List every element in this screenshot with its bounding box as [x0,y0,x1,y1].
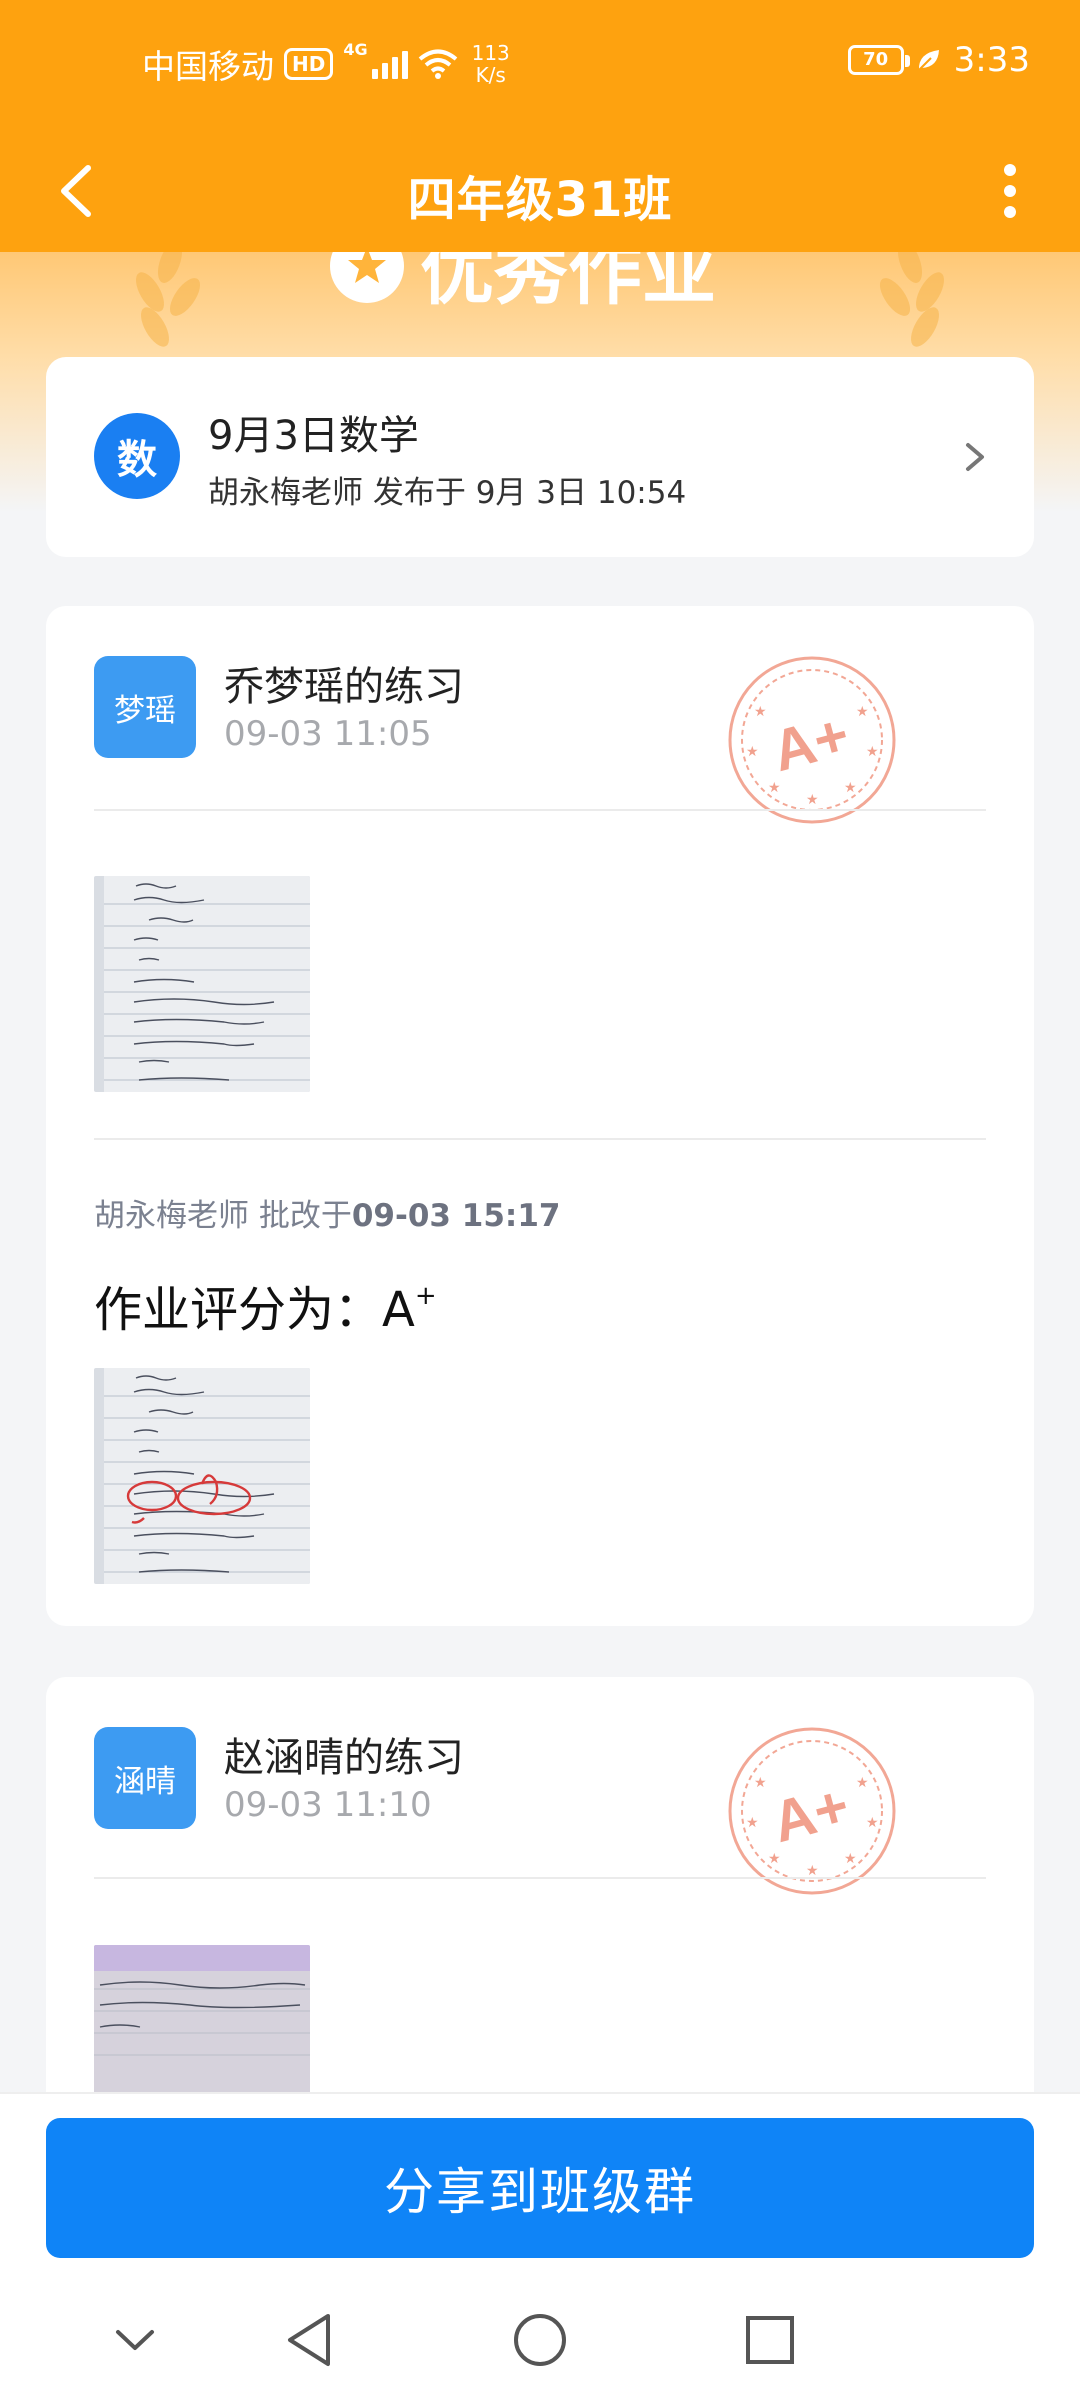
divider [94,1877,986,1879]
grader-info: 胡永梅老师 批改于09-03 15:17 [94,1190,560,1235]
svg-text:★: ★ [866,744,879,760]
submission-title: 乔梦瑶的练习 [224,664,464,710]
svg-text:★: ★ [856,1775,869,1791]
circle-home-icon[interactable] [510,2310,570,2370]
more-button[interactable] [980,156,1040,226]
triangle-back-icon[interactable] [282,2310,338,2370]
nav-bar: 四年级31班 [0,130,1080,252]
submission-card: 梦瑶 乔梦瑶的练习 09-03 11:05 ★ ★ ★ ★ ★ ★ ★ A+ 胡… [46,606,1034,1626]
more-dot [1004,206,1016,218]
submission-title: 赵涵晴的练习 [224,1735,464,1781]
excellent-homework-badge: 优秀作业 [330,252,716,319]
svg-text:★: ★ [754,704,767,720]
share-to-class-group-button[interactable]: 分享到班级群 [46,2118,1034,2258]
grade-stamp-icon: ★ ★ ★ ★ ★ ★ ★ A+ [728,656,896,824]
net-speed: 113 K/s [472,42,510,86]
svg-text:★: ★ [746,744,759,760]
submission-card: 涵晴 赵涵晴的练习 09-03 11:10 ★ ★ ★ ★ ★ ★ ★ A+ [46,1677,1034,2161]
wheat-right-decoration [879,252,944,347]
network-type: 4G [343,40,368,59]
svg-text:★: ★ [844,780,857,796]
graded-photo[interactable] [94,1368,310,1584]
net-speed-unit: K/s [475,63,506,87]
net-speed-value: 113 [471,41,510,65]
wifi-icon [418,49,457,79]
stamp-grade: A+ [766,702,856,784]
battery-level: 70 [863,49,889,70]
homework-card[interactable]: 数 9月3日数学 胡永梅老师 发布于 9月 3日 10:54 [46,357,1034,557]
math-subject-icon: 数 [94,413,180,499]
score-label: 作业评分为： [94,1282,383,1338]
wheat-left-decoration [136,252,201,347]
submission-photo[interactable] [94,876,310,1092]
star-icon [330,252,404,303]
svg-text:★: ★ [754,1775,767,1791]
svg-text:★: ★ [746,1815,759,1831]
signal-icon [371,49,408,79]
score-sup: + [414,1281,437,1311]
grade-stamp-icon: ★ ★ ★ ★ ★ ★ ★ A+ [728,1727,896,1895]
svg-text:★: ★ [768,780,781,796]
svg-text:★: ★ [844,1851,857,1867]
graded-time: 09-03 15:17 [351,1198,561,1234]
excellent-homework-label: 优秀作业 [420,252,716,315]
more-dot [1004,185,1016,197]
system-navigation-bar [0,2282,1080,2400]
homework-publish-info: 胡永梅老师 发布于 9月 3日 10:54 [208,475,687,511]
bottom-bar: 分享到班级群 [0,2092,1080,2400]
submission-time: 09-03 11:05 [224,714,432,754]
battery-icon: 70 [847,45,910,75]
status-left: 中国移动 HD 4G 113 K/s [142,40,510,88]
grader-prefix: 胡永梅老师 批改于 [94,1198,352,1234]
svg-text:★: ★ [856,704,869,720]
more-dot [1004,164,1016,176]
leaf-icon [917,50,939,71]
divider [94,809,986,811]
stamp-grade: A+ [766,1773,856,1855]
student-avatar: 涵晴 [94,1727,196,1829]
svg-text:★: ★ [866,1815,879,1831]
square-recents-icon[interactable] [742,2310,798,2370]
divider [94,1138,986,1140]
svg-text:★: ★ [768,1851,781,1867]
score-value: A [382,1282,415,1338]
status-right: 70 3:33 [847,40,1030,80]
score-line: 作业评分为：A+ [94,1270,437,1340]
chevron-down-icon[interactable] [110,2310,160,2370]
homework-title: 9月3日数学 [208,413,419,459]
student-avatar: 梦瑶 [94,656,196,758]
status-bar: 中国移动 HD 4G 113 K/s 70 3:33 [0,0,1080,130]
clock: 3:33 [953,40,1030,80]
carrier-name: 中国移动 [142,47,274,86]
submission-time: 09-03 11:10 [224,1785,432,1825]
svg-text:★: ★ [806,792,819,808]
hd-badge: HD [284,48,334,80]
chevron-right-icon [966,443,984,471]
page-title: 四年级31班 [407,172,673,228]
